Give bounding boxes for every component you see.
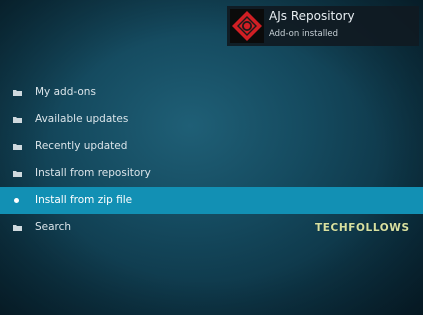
folder-icon <box>13 116 22 123</box>
menu-item-recently-updated[interactable]: Recently updated <box>0 133 423 160</box>
menu-item-install-from-zip[interactable]: Install from zip file <box>0 187 423 214</box>
menu-item-my-addons[interactable]: My add-ons <box>0 79 423 106</box>
menu-item-label: Recently updated <box>35 140 128 152</box>
menu-item-available-updates[interactable]: Available updates <box>0 106 423 133</box>
folder-icon <box>13 143 22 150</box>
menu-item-install-from-repository[interactable]: Install from repository <box>0 160 423 187</box>
menu-item-label: My add-ons <box>35 86 96 98</box>
notification-title: AJs Repository <box>269 9 355 23</box>
dot-icon <box>14 198 19 203</box>
menu-item-label: Install from repository <box>35 167 151 179</box>
menu-item-label: Search <box>35 221 72 233</box>
menu-item-label: Install from zip file <box>35 194 133 206</box>
ajs-logo-icon <box>230 9 264 43</box>
menu-item-label: Available updates <box>35 113 129 125</box>
notification-subtitle: Add-on installed <box>269 29 339 39</box>
folder-icon <box>13 170 22 177</box>
addon-browser-menu: My add-ons Available updates Recently up… <box>0 79 423 241</box>
folder-icon <box>13 89 22 96</box>
folder-icon <box>13 224 22 231</box>
notification-toast: AJs Repository Add-on installed <box>227 6 419 46</box>
watermark-text: TECHFOLLOWS <box>315 222 410 234</box>
